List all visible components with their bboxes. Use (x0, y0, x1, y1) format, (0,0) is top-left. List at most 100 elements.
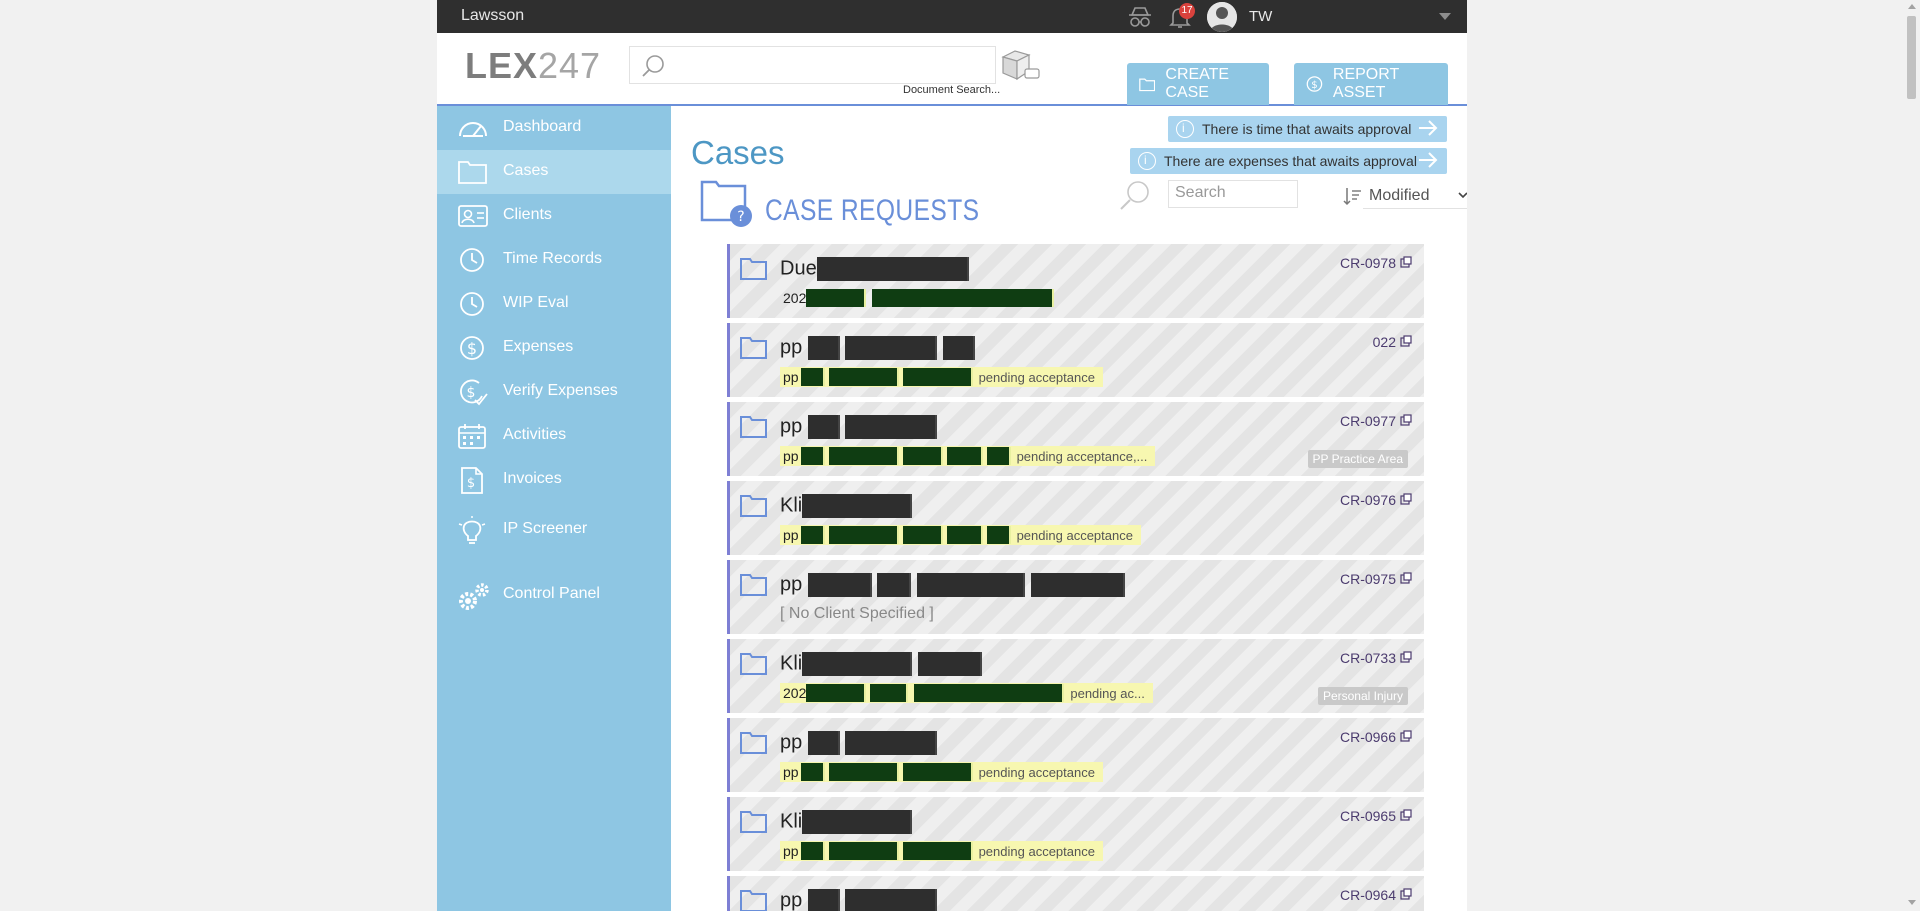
pending-status: pending acceptance,... (1016, 448, 1148, 464)
sidebar-item-wip-eval[interactable]: WIP Eval (437, 282, 671, 326)
time-approval-notice[interactable]: There is time that awaits approval (1168, 116, 1447, 142)
pending-status: pending acceptance (978, 369, 1095, 385)
folder-icon (739, 809, 769, 840)
sidebar-item-cases[interactable]: Cases (437, 150, 671, 194)
pending-status: pending acceptance (978, 764, 1095, 780)
svg-text:$: $ (467, 385, 476, 401)
report-asset-button[interactable]: $ REPORT ASSET (1294, 63, 1448, 105)
expenses-approval-notice[interactable]: There are expenses that awaits approval (1130, 148, 1447, 174)
case-requests-heading: CASE REQUESTS (765, 194, 980, 227)
sidebar-item-label: Cases (503, 162, 549, 179)
pending-status: pending acceptance (1016, 527, 1133, 543)
sidebar-item-label: WIP Eval (503, 294, 569, 311)
sidebar-item-label: IP Screener (503, 520, 588, 537)
user-avatar[interactable] (1207, 2, 1237, 32)
case-client: pp pending acceptance (780, 525, 1141, 545)
pending-status: pending acceptance (978, 843, 1095, 859)
user-menu-caret-icon[interactable] (1439, 13, 1451, 20)
case-title: pp (780, 415, 938, 439)
scroll-up-arrow-icon[interactable] (1908, 4, 1916, 9)
sort-select[interactable]: Modified (1363, 184, 1467, 209)
sidebar-item-control-panel[interactable]: Control Panel (437, 573, 671, 617)
document-search-input[interactable] (629, 46, 996, 84)
page-scrollbar[interactable] (1903, 0, 1920, 911)
case-id[interactable]: CR-0978 (1340, 255, 1396, 271)
case-request-row[interactable]: Kli CR-0733 202 pending ac... Personal In… (727, 639, 1424, 713)
organization-name: Lawsson (461, 7, 525, 24)
case-id[interactable]: CR-0965 (1340, 808, 1396, 824)
open-external-icon[interactable] (1400, 255, 1412, 273)
sidebar: Dashboard Cases Clients Time Records WIP… (437, 106, 671, 911)
open-external-icon[interactable] (1400, 729, 1412, 747)
sidebar-item-clients[interactable]: Clients (437, 194, 671, 238)
info-icon (1176, 120, 1194, 138)
create-case-label: CREATE CASE (1165, 66, 1230, 101)
create-case-button[interactable]: CREATE CASE (1127, 63, 1269, 105)
case-title: pp (780, 889, 938, 911)
case-request-row[interactable]: pp CR-0977 pp pending acceptance,... PP P… (727, 402, 1424, 476)
case-request-row[interactable]: pp CR-0975 [ No Client Specified ] (727, 560, 1424, 634)
sidebar-item-label: Dashboard (503, 118, 582, 135)
invoice-icon: $ (457, 466, 487, 494)
case-request-row[interactable]: Due CR-0978 202 (727, 244, 1424, 318)
dollar-icon: $ (457, 334, 487, 362)
sort-descending-icon[interactable] (1343, 186, 1363, 211)
open-external-icon[interactable] (1400, 334, 1412, 352)
case-client: pp pending acceptance,... (780, 446, 1156, 466)
sidebar-item-invoices[interactable]: $ Invoices (437, 458, 671, 502)
calendar-icon (457, 422, 487, 450)
case-id[interactable]: CR-0977 (1340, 413, 1396, 429)
sidebar-item-ip-screener[interactable]: IP Screener (437, 508, 671, 552)
case-id[interactable]: CR-0976 (1340, 492, 1396, 508)
sidebar-item-label: Expenses (503, 338, 574, 355)
scroll-down-arrow-icon[interactable] (1908, 900, 1916, 905)
folder-icon (457, 158, 487, 186)
chevron-down-icon (1457, 188, 1467, 206)
sidebar-item-expenses[interactable]: $ Expenses (437, 326, 671, 370)
case-id[interactable]: CR-0975 (1340, 571, 1396, 587)
case-id[interactable]: CR-0966 (1340, 729, 1396, 745)
pending-status: pending ac... (1070, 685, 1145, 701)
incognito-icon[interactable] (1127, 4, 1153, 30)
case-request-row[interactable]: pp CR-0966 pp pending acceptance (727, 718, 1424, 792)
folder-icon (739, 256, 769, 287)
sidebar-item-label: Clients (503, 206, 552, 223)
dashboard-icon (457, 114, 487, 142)
lex247-logo[interactable]: LEX247 (465, 45, 601, 87)
folder-icon (739, 572, 769, 603)
svg-text:$: $ (467, 476, 475, 491)
case-request-row[interactable]: pp 022 pp pending acceptance (727, 323, 1424, 397)
case-title: Kli (780, 494, 913, 518)
case-request-row[interactable]: Kli CR-0965 pp pending acceptance (727, 797, 1424, 871)
sidebar-item-time-records[interactable]: Time Records (437, 238, 671, 282)
sidebar-item-label: Verify Expenses (503, 382, 618, 399)
document-search-label: Document Search... (903, 84, 1001, 96)
practice-area-tag: Personal Injury (1317, 687, 1408, 705)
arrow-right-icon (1417, 118, 1439, 141)
sidebar-item-activities[interactable]: Activities (437, 414, 671, 458)
notice-text: There is time that awaits approval (1202, 121, 1412, 137)
archive-box-icon[interactable] (999, 47, 1041, 88)
folder-icon (739, 414, 769, 445)
case-id[interactable]: CR-0964 (1340, 887, 1396, 903)
open-external-icon[interactable] (1400, 650, 1412, 668)
user-initials[interactable]: TW (1249, 8, 1272, 25)
sidebar-item-verify-expenses[interactable]: $ Verify Expenses (437, 370, 671, 414)
sidebar-item-label: Activities (503, 426, 567, 443)
case-request-row[interactable]: pp CR-0964 (727, 876, 1424, 911)
open-external-icon[interactable] (1400, 887, 1412, 905)
open-external-icon[interactable] (1400, 571, 1412, 589)
case-request-row[interactable]: Kli CR-0976 pp pending acceptance (727, 481, 1424, 555)
open-external-icon[interactable] (1400, 808, 1412, 826)
scrollbar-thumb[interactable] (1907, 16, 1916, 99)
app-window: Lawsson 17 TW LEX247 Document Search... … (437, 0, 1467, 911)
case-title: pp (780, 573, 1125, 597)
case-id[interactable]: 022 (1373, 334, 1396, 350)
open-external-icon[interactable] (1400, 492, 1412, 510)
open-external-icon[interactable] (1400, 413, 1412, 431)
search-icon (1117, 178, 1153, 219)
svg-text:$: $ (1311, 80, 1317, 91)
case-id[interactable]: CR-0733 (1340, 650, 1396, 666)
sidebar-item-dashboard[interactable]: Dashboard (437, 106, 671, 150)
case-search-input[interactable]: Search (1168, 180, 1298, 208)
